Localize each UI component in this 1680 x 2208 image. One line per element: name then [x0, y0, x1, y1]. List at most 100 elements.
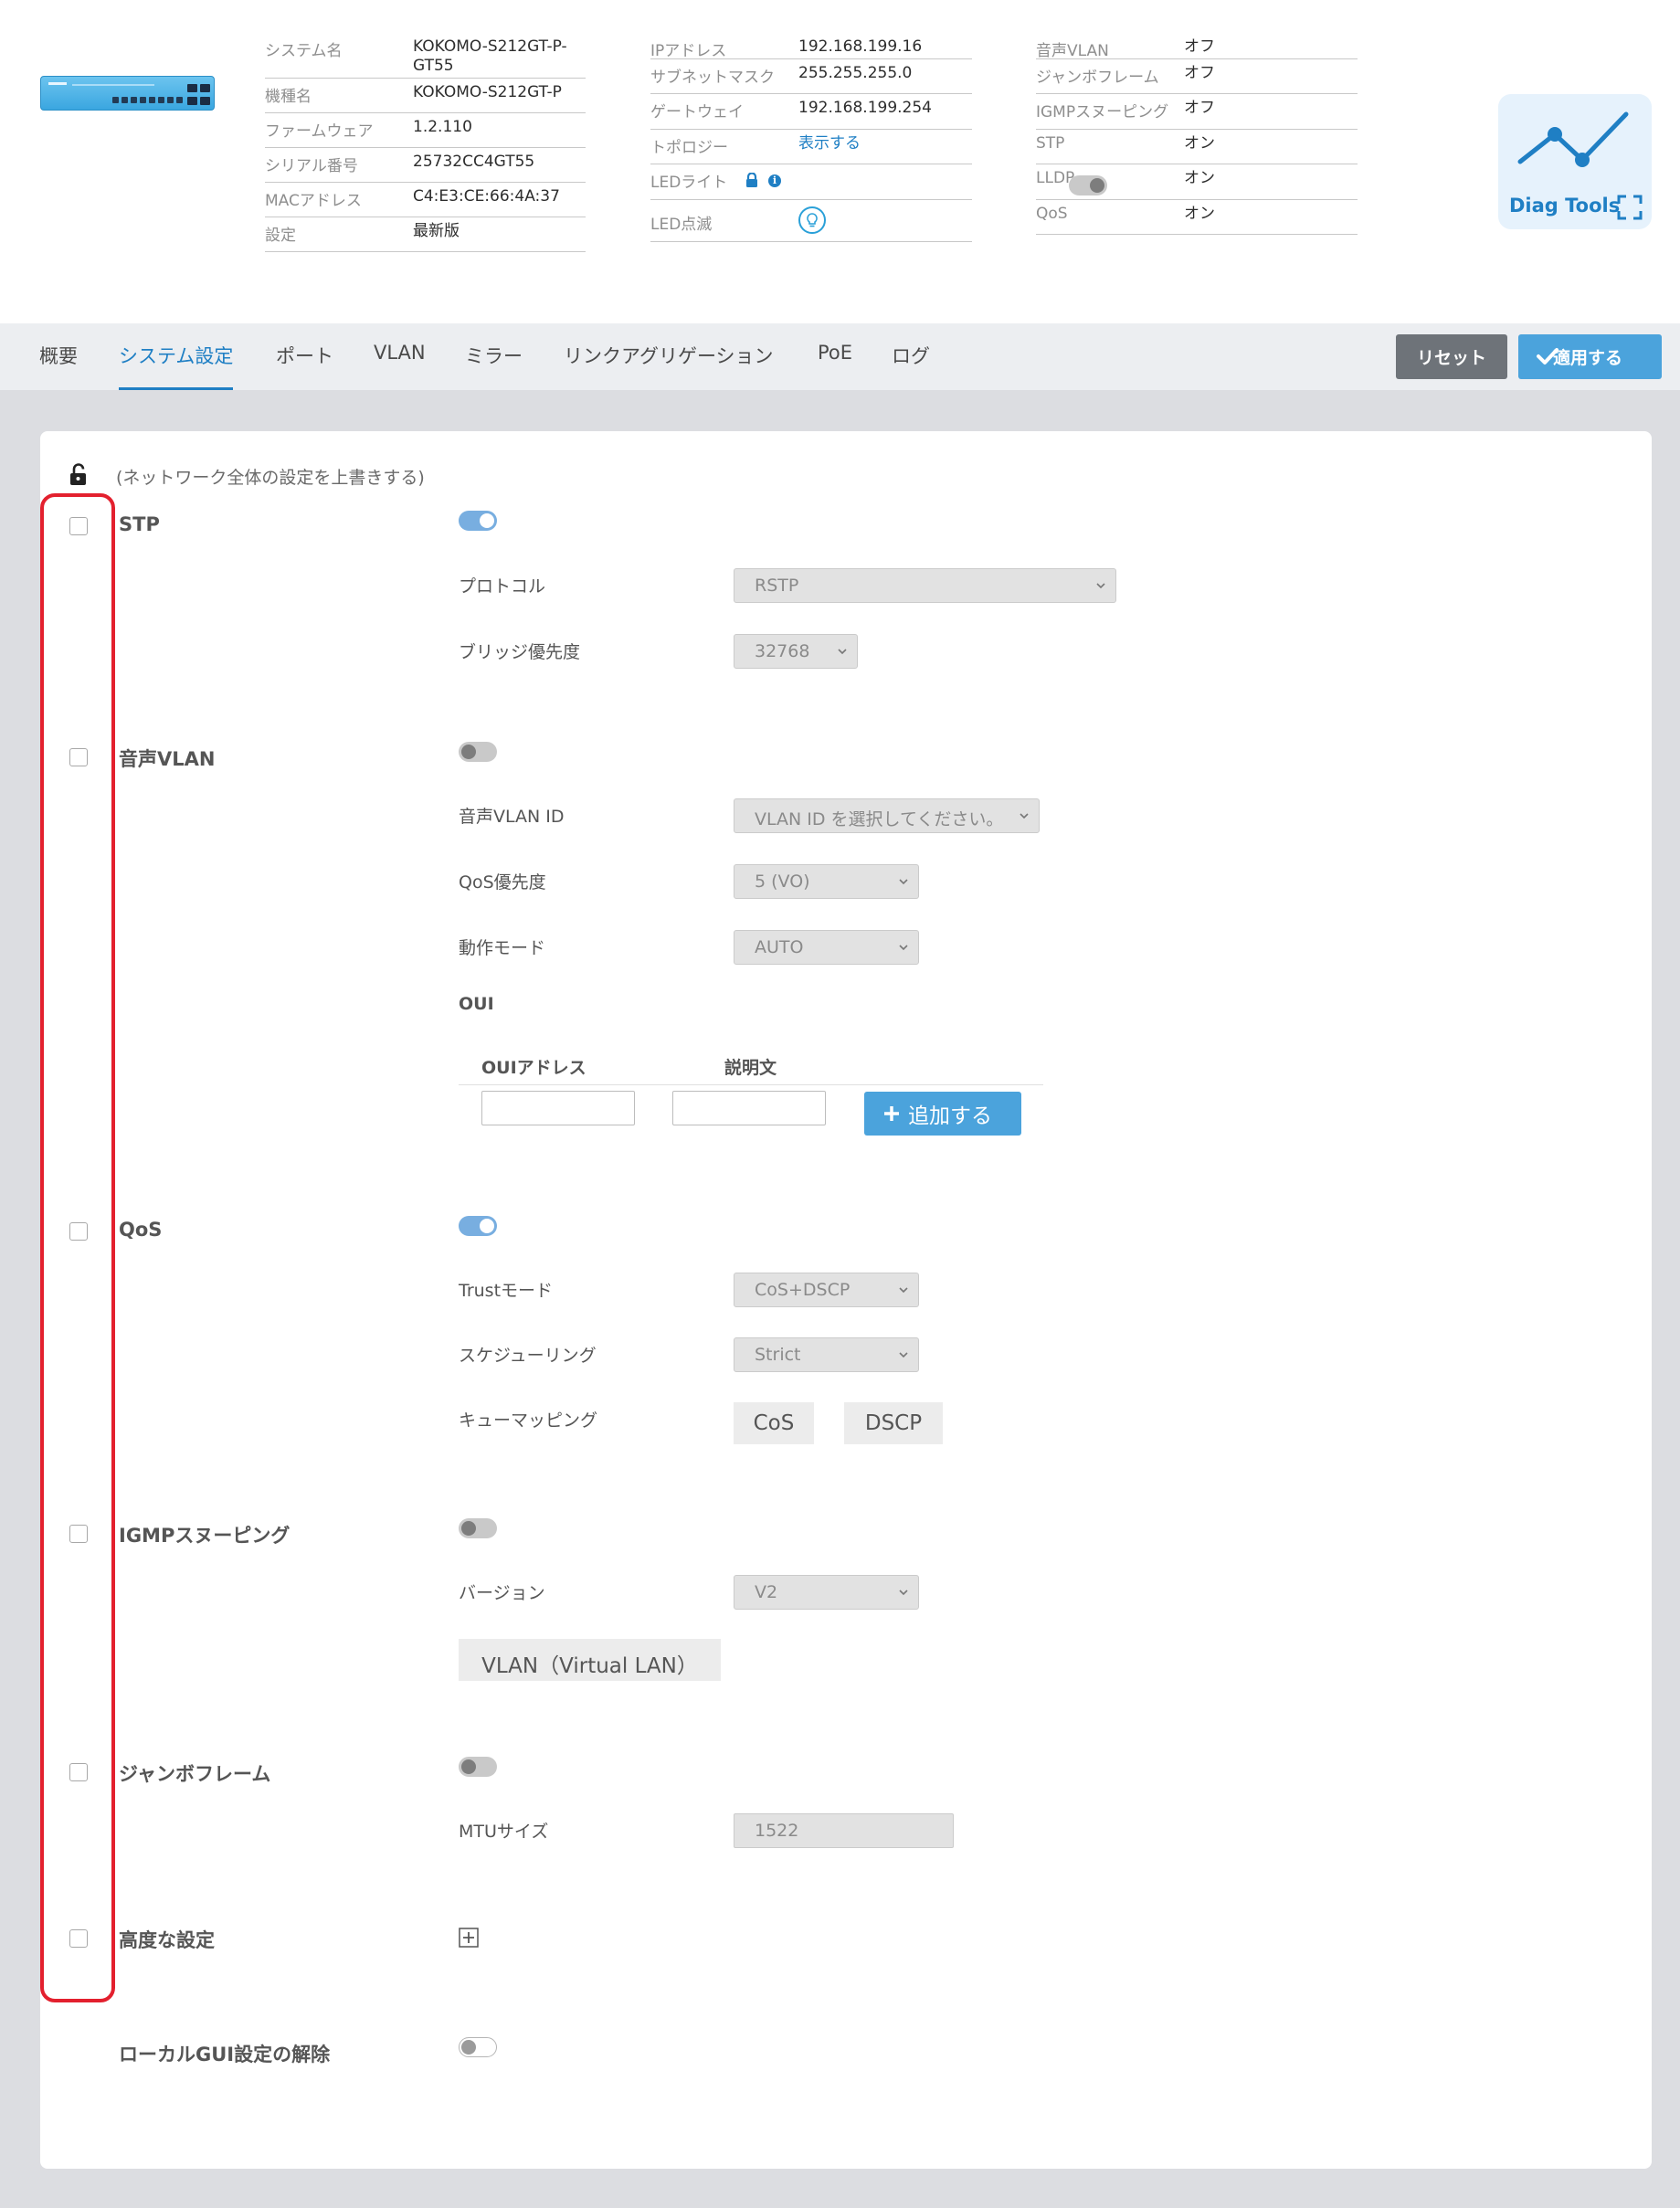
oui-address-input[interactable]	[481, 1091, 635, 1125]
igmp-status: オフ	[1184, 99, 1215, 117]
info-row-config: 設定 最新版	[265, 217, 586, 252]
subnet-value: 255.255.255.0	[798, 64, 913, 82]
led-blink-bulb-icon[interactable]	[798, 206, 826, 234]
tab-overview[interactable]: 概要	[39, 342, 78, 390]
voice-vlan-status: オフ	[1184, 37, 1215, 56]
info-row-igmp: IGMPスヌーピング オフ	[1036, 94, 1358, 130]
main-tab-bar: 概要 システム設定 ポート VLAN ミラー リンクアグリゲーション PoE ロ…	[0, 323, 1680, 390]
info-key: LEDライト	[650, 174, 728, 192]
qos-scheduling-select[interactable]: Strict	[734, 1337, 919, 1372]
info-row-stp: STP オン	[1036, 130, 1358, 164]
lock-icon	[746, 173, 757, 187]
system-settings-panel: (ネットワーク全体の設定を上書きする) STP プロトコル RSTP ブリッジ優…	[40, 431, 1652, 2169]
diag-tools-button[interactable]: Diag Tools	[1498, 94, 1652, 229]
voice-vlan-id-select[interactable]: VLAN ID を選択してください。	[734, 798, 1040, 833]
tab-ports[interactable]: ポート	[276, 342, 333, 390]
mtu-size-input[interactable]: 1522	[734, 1813, 954, 1848]
stp-priority-value: 32768	[755, 641, 810, 661]
igmp-vlan-button[interactable]: VLAN（Virtual LAN）	[459, 1639, 721, 1681]
add-oui-button[interactable]: 追加する	[864, 1092, 1021, 1136]
tab-mirror[interactable]: ミラー	[465, 342, 523, 390]
igmp-version-label: バージョン	[459, 1583, 545, 1603]
line-chart-icon	[1517, 111, 1629, 167]
gateway-value: 192.168.199.254	[798, 99, 933, 117]
info-key: シリアル番号	[265, 157, 358, 175]
topology-link[interactable]: 表示する	[798, 134, 861, 153]
oui-table-divider	[459, 1084, 1043, 1085]
chevron-down-icon	[899, 879, 908, 885]
voice-vlan-qos-label: QoS優先度	[459, 872, 546, 893]
oui-description-input[interactable]	[672, 1091, 826, 1125]
info-row-gateway: ゲートウェイ 192.168.199.254	[650, 94, 972, 130]
voice-vlan-mode-value: AUTO	[755, 937, 804, 957]
igmp-version-select[interactable]: V2	[734, 1575, 919, 1610]
jumbo-status: オフ	[1184, 64, 1215, 82]
qos-toggle[interactable]	[459, 1216, 497, 1236]
apply-button[interactable]: 適用する	[1518, 334, 1662, 379]
stp-protocol-value: RSTP	[755, 576, 799, 596]
qos-queue-mapping-label: キューマッピング	[459, 1410, 598, 1431]
info-key: 設定	[265, 227, 296, 245]
info-row-ip: IPアドレス 192.168.199.16	[650, 33, 972, 60]
igmp-toggle[interactable]	[459, 1518, 497, 1538]
stp-title: STP	[119, 513, 160, 535]
qos-status: オン	[1184, 205, 1215, 223]
info-key: IGMPスヌーピング	[1036, 103, 1169, 121]
jumbo-title: ジャンボフレーム	[119, 1763, 271, 1785]
tab-link-aggregation[interactable]: リンクアグリゲーション	[564, 342, 774, 390]
tab-vlan[interactable]: VLAN	[374, 342, 426, 390]
stp-priority-select[interactable]: 32768	[734, 634, 858, 669]
igmp-title: IGMPスヌーピング	[119, 1525, 291, 1547]
mtu-size-value: 1522	[755, 1821, 799, 1841]
local-gui-toggle[interactable]	[459, 2037, 497, 2057]
voice-vlan-toggle[interactable]	[459, 742, 497, 762]
stp-toggle[interactable]	[459, 511, 497, 531]
voice-vlan-title: 音声VLAN	[119, 748, 216, 770]
voice-vlan-qos-select[interactable]: 5 (VO)	[734, 864, 919, 899]
tab-log[interactable]: ログ	[892, 342, 930, 390]
dscp-mapping-button[interactable]: DSCP	[844, 1402, 943, 1444]
qos-trust-label: Trustモード	[459, 1281, 554, 1301]
info-key: MACアドレス	[265, 192, 362, 210]
system-name-value: KOKOMO-S212GT-P-GT55	[413, 37, 567, 75]
stp-protocol-select[interactable]: RSTP	[734, 568, 1116, 603]
info-icon[interactable]: i	[768, 174, 781, 187]
advanced-title: 高度な設定	[119, 1929, 215, 1951]
chevron-down-icon	[838, 649, 847, 655]
plus-icon	[884, 1106, 899, 1121]
info-row-led-light: LEDライト i	[650, 164, 1107, 200]
apply-button-label: 適用する	[1553, 349, 1623, 368]
info-row-subnet: サブネットマスク 255.255.255.0	[650, 59, 972, 94]
info-row-voice-vlan: 音声VLAN オフ	[1036, 33, 1358, 60]
reset-button[interactable]: リセット	[1396, 334, 1507, 379]
igmp-version-value: V2	[755, 1582, 778, 1602]
chevron-down-icon	[1020, 813, 1029, 819]
unlock-icon[interactable]	[69, 463, 89, 487]
diag-tools-label: Diag Tools	[1509, 195, 1621, 217]
oui-address-header: OUIアドレス	[481, 1058, 586, 1078]
qos-trust-select[interactable]: CoS+DSCP	[734, 1273, 919, 1307]
qos-trust-value: CoS+DSCP	[755, 1280, 851, 1300]
tab-poe[interactable]: PoE	[818, 342, 852, 390]
device-info-column-2: IPアドレス 192.168.199.16 サブネットマスク 255.255.2…	[650, 33, 1107, 242]
info-row-led-blink: LED点滅	[650, 200, 972, 242]
voice-vlan-mode-label: 動作モード	[459, 938, 546, 958]
stp-protocol-label: プロトコル	[459, 576, 546, 597]
expand-plus-icon[interactable]	[459, 1928, 479, 1948]
device-info-column-3: 音声VLAN オフ ジャンボフレーム オフ IGMPスヌーピング オフ STP …	[1036, 33, 1358, 235]
config-value: 最新版	[413, 222, 460, 240]
mtu-size-label: MTUサイズ	[459, 1822, 549, 1842]
voice-vlan-id-label: 音声VLAN ID	[459, 807, 565, 827]
chevron-down-icon	[899, 1287, 908, 1294]
tab-system-settings[interactable]: システム設定	[119, 342, 234, 390]
info-key: ジャンボフレーム	[1036, 69, 1159, 87]
voice-vlan-mode-select[interactable]: AUTO	[734, 930, 919, 965]
jumbo-toggle[interactable]	[459, 1757, 497, 1777]
cos-mapping-button[interactable]: CoS	[734, 1402, 814, 1444]
model-value: KOKOMO-S212GT-P	[413, 83, 562, 101]
chevron-down-icon	[1096, 583, 1105, 589]
qos-scheduling-label: スケジューリング	[459, 1346, 597, 1366]
lldp-status: オン	[1184, 169, 1215, 187]
info-key: システム名	[265, 42, 343, 60]
checkmark-icon	[1537, 348, 1558, 364]
